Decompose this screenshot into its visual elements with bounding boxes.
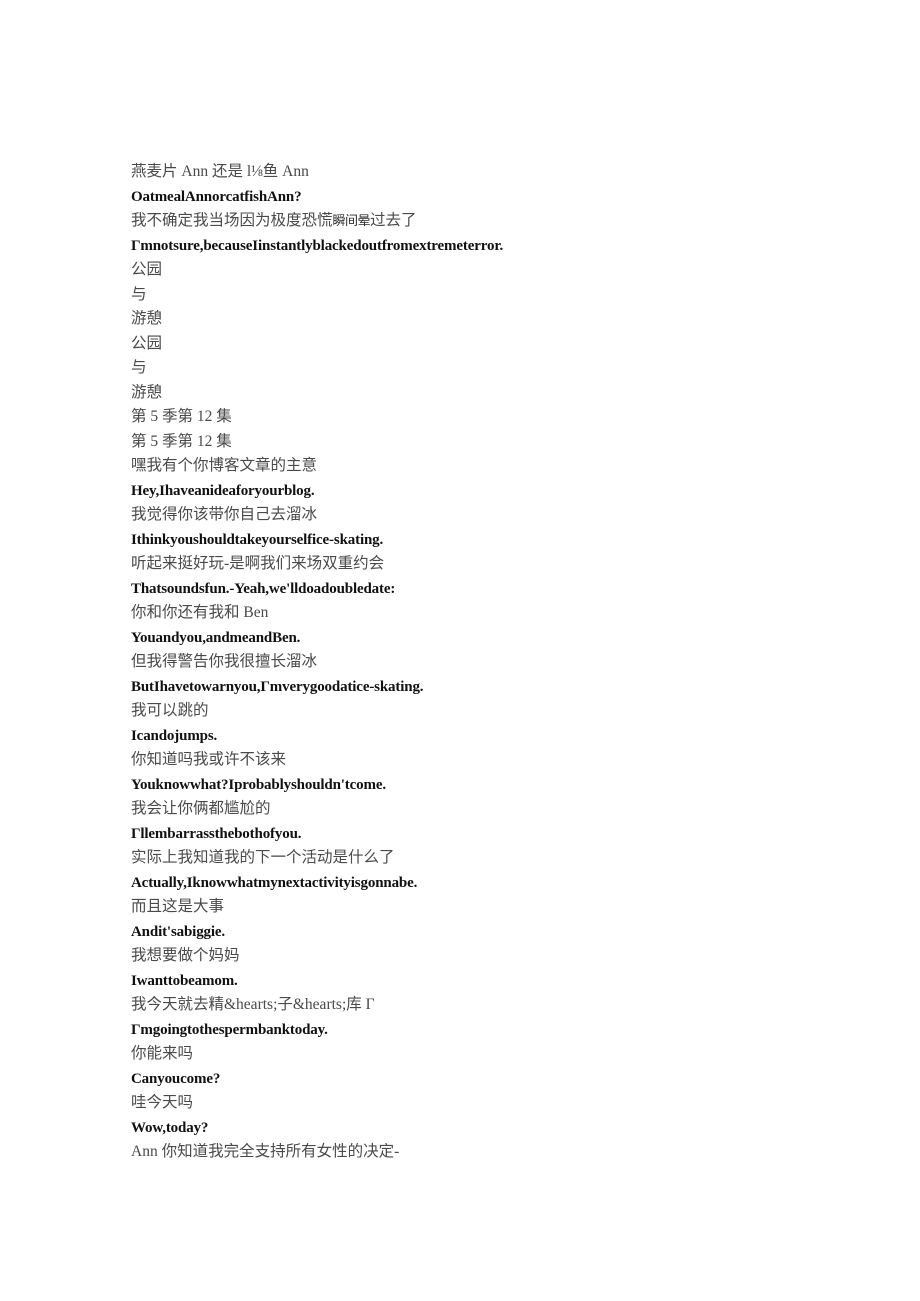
- transcript-line: Actually,Iknowwhatmynextactivityisgonnab…: [131, 874, 418, 891]
- transcript-line: Ithinkyoushouldtakeyourselfice-skating.: [131, 531, 384, 548]
- transcript-line: 第 5 季第 12 集: [131, 408, 232, 425]
- transcript-line: Youknowwhat?Iprobablyshouldn'tcome.: [131, 776, 386, 793]
- transcript-line: Iwanttobeamom.: [131, 972, 238, 989]
- transcript-line: 而且这是大事: [131, 898, 225, 915]
- transcript-line: Andit'sabiggie.: [131, 923, 226, 940]
- transcript-line: Youandyou,andmeandBen.: [131, 629, 301, 646]
- transcript-line: 实际上我知道我的下一个活动是什么了: [131, 849, 395, 866]
- transcript-line: 你知道吗我或许不该来: [131, 751, 287, 768]
- transcript-body: 燕麦片 Ann 还是 l⅛鱼 Ann OatmealAnnorcatfishAnn…: [131, 160, 891, 1165]
- transcript-line: Thatsoundsfun.-Yeah,we'lldoadoubledate:: [131, 580, 396, 597]
- transcript-line: Canyoucome?: [131, 1070, 221, 1087]
- transcript-line: Wow,today?: [131, 1119, 209, 1136]
- transcript-line: 嘿我有个你博客文章的主意: [131, 457, 318, 474]
- transcript-line: 我可以跳的: [131, 702, 209, 719]
- transcript-line: Icandojumps.: [131, 727, 218, 744]
- transcript-line: 你能来吗: [131, 1045, 194, 1062]
- transcript-line: Γmgoingtothespermbanktoday.: [131, 1021, 328, 1038]
- transcript-line: Γmnotsure,becauseIinstantlyblackedoutfro…: [131, 237, 504, 254]
- transcript-line: 我想要做个妈妈: [131, 947, 240, 964]
- line-text-head: 我不确定我当场因为极度恐慌: [131, 212, 333, 229]
- line-text-tail: 过去了: [370, 212, 417, 229]
- transcript-line: 与: [131, 359, 147, 376]
- transcript-line: 我不确定我当场因为极度恐慌瞬间晕过去了: [131, 209, 891, 234]
- transcript-line: 我觉得你该带你自己去溜冰: [131, 506, 318, 523]
- transcript-line: 我会让你俩都尴尬的: [131, 800, 271, 817]
- transcript-line: 我今天就去精&hearts;子&hearts;库 Γ: [131, 996, 375, 1013]
- document-page: 燕麦片 Ann 还是 l⅛鱼 Ann OatmealAnnorcatfishAnn…: [0, 0, 920, 1301]
- transcript-line: 公园: [131, 334, 163, 352]
- transcript-line: Γllembarrassthebothofyou.: [131, 825, 302, 842]
- transcript-line: Ann 你知道我完全支持所有女性的决定-: [131, 1143, 400, 1160]
- line-text-fallback-run: 瞬间晕: [332, 214, 371, 229]
- transcript-line: 公园: [131, 261, 163, 278]
- transcript-line: 燕麦片 Ann 还是 l⅛鱼 Ann: [131, 163, 309, 180]
- transcript-line: 哇今天吗: [131, 1094, 194, 1111]
- transcript-line: 但我得警告你我很擅长溜冰: [131, 653, 318, 670]
- transcript-line: ButIhavetowarnyou,Γmverygoodatice-skatin…: [131, 678, 424, 695]
- transcript-line: 与: [131, 285, 147, 303]
- transcript-line: 听起来挺好玩-是啊我们来场双重约会: [131, 555, 385, 572]
- transcript-line: OatmealAnnorcatfishAnn?: [131, 188, 302, 205]
- transcript-line: 游憩: [131, 383, 163, 401]
- transcript-line: Hey,Ihaveanideaforyourblog.: [131, 482, 315, 499]
- transcript-line: 游憩: [131, 310, 163, 327]
- transcript-line: 第 5 季第 12 集: [131, 432, 232, 450]
- transcript-line: 你和你还有我和 Ben: [131, 604, 269, 621]
